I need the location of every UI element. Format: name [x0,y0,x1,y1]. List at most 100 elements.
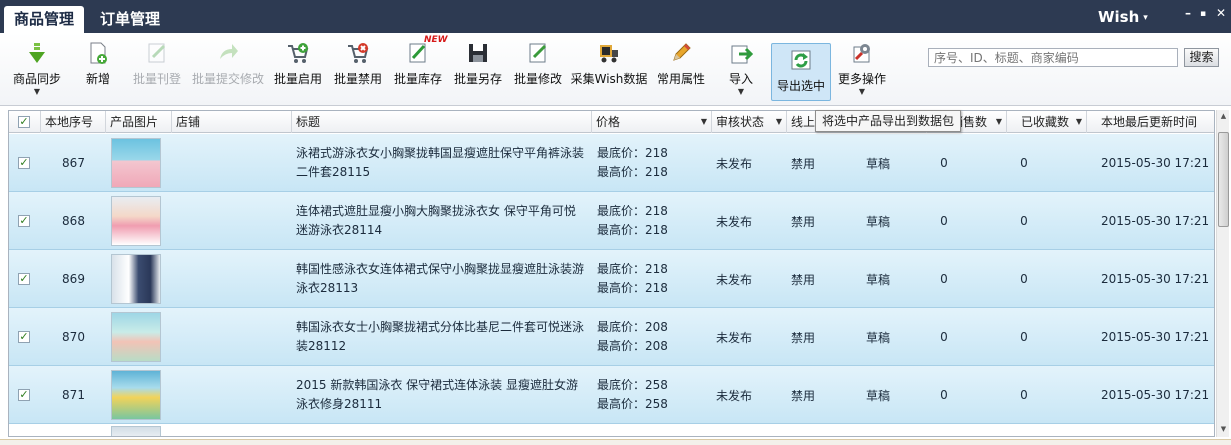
batch-saveas-button[interactable]: 批量另存 [452,41,504,101]
product-thumbnail[interactable] [111,254,161,304]
row-price-min: 最底价：218 [597,204,668,218]
table-row[interactable] [9,424,1214,436]
row-title-line1: 连体裙式遮肚显瘦小胸大胸聚拢泳衣女 保守平角可悦 [296,204,576,218]
export-selected-button[interactable]: 导出选中 [771,43,831,101]
export-refresh-icon [789,48,813,72]
row-title-line1: 韩国泳衣女士小胸聚拢裙式分体比基尼二件套可悦迷泳 [296,320,585,334]
row-checkbox[interactable]: ✓ [18,331,30,343]
forward-arrow-icon [216,41,240,65]
product-thumbnail[interactable] [111,426,161,436]
column-local-id[interactable]: 本地序号 [41,111,106,133]
account-menu[interactable]: Wish ▾ [1098,8,1148,26]
tab-product-management[interactable]: 商品管理 [4,6,85,33]
batch-disable-button[interactable]: 批量禁用 [332,41,384,101]
row-checkbox-cell[interactable]: ✓ [18,134,32,192]
column-updated[interactable]: 本地最后更新时间 [1087,111,1214,133]
batch-enable-button[interactable]: 批量启用 [272,41,324,101]
row-draft-status: 草稿 [865,388,890,403]
product-thumbnail[interactable] [111,370,161,420]
chevron-down-icon[interactable]: ▼ [776,111,782,133]
table-row[interactable]: ✓ 867 泳裙式游泳衣女小胸聚拢韩国显瘦遮肚保守平角裤泳装 二件套28115 最… [9,134,1214,192]
more-actions-button[interactable]: 更多操作 ▼ [836,41,888,101]
row-title[interactable]: 韩国性感泳衣女连体裙式保守小胸聚拢显瘦遮肚泳装游 泳衣28113 [296,250,592,308]
column-image[interactable]: 产品图片 [106,111,172,133]
row-draft-status: 草稿 [865,214,890,229]
cart-remove-icon [346,41,370,65]
scroll-up-icon[interactable]: ▲ [1217,110,1230,122]
row-title[interactable]: 连体裙式遮肚显瘦小胸大胸聚拢泳衣女 保守平角可悦 迷游泳衣28114 [296,192,592,250]
search-input[interactable] [928,48,1178,67]
chevron-down-icon[interactable]: ▼ [1076,111,1082,133]
product-thumbnail[interactable] [111,138,161,188]
row-sales: 0 [940,214,948,228]
row-checkbox[interactable]: ✓ [18,215,30,227]
row-checkbox[interactable]: ✓ [18,157,30,169]
row-price-min: 最底价：258 [597,378,668,392]
row-draft-status: 草稿 [865,330,890,345]
scroll-down-icon[interactable]: ▼ [1217,423,1230,435]
header-select-all[interactable]: ✓ [9,111,41,133]
row-review-status: 未发布 [716,330,753,345]
search-button[interactable]: 搜索 [1184,48,1219,67]
batch-stock-button[interactable]: NEW 批量库存 [392,35,448,101]
select-all-checkbox[interactable]: ✓ [18,116,30,128]
row-checkbox-cell[interactable]: ✓ [18,250,32,308]
chevron-down-icon[interactable]: ▼ [996,111,1002,133]
close-button[interactable]: ✕ [1216,6,1226,20]
row-sales: 0 [940,330,948,344]
column-shop[interactable]: 店铺 [172,111,292,133]
row-price: 最底价：258 最高价：258 [597,366,712,424]
title-bar: 商品管理 订单管理 Wish ▾ – ▪ ✕ [0,0,1231,33]
edit-document-icon [145,41,169,65]
column-favorites[interactable]: 已收藏数 ▼ [1007,111,1087,133]
batch-publish-button[interactable]: 批量刊登 [130,41,184,101]
table-row[interactable]: ✓ 868 连体裙式遮肚显瘦小胸大胸聚拢泳衣女 保守平角可悦 迷游泳衣28114 … [9,192,1214,250]
row-checkbox[interactable]: ✓ [18,389,30,401]
row-checkbox-cell[interactable]: ✓ [18,192,32,250]
export-selected-label: 导出选中 [776,79,825,93]
row-checkbox-cell[interactable]: ✓ [18,308,32,366]
row-updated: 2015-05-30 17:21 [1101,214,1210,228]
batch-edit-button[interactable]: 批量修改 [512,41,564,101]
column-title[interactable]: 标题 [292,111,592,133]
common-attr-button[interactable]: 常用属性 [655,41,707,101]
vertical-scrollbar[interactable]: ▲ ▼ [1216,110,1229,437]
row-price-max: 最高价：218 [597,281,668,295]
chevron-down-icon: ▼ [858,87,866,96]
row-updated: 2015-05-30 17:21 [1101,330,1210,344]
collect-wish-button[interactable]: 采集Wish数据 [570,41,648,101]
product-thumbnail[interactable] [111,312,161,362]
toolbar: 商品同步 ▼ 新增 批量刊登 批量提交修改 批量启用 批量禁用 NEW 批量库存… [0,33,1231,106]
add-button[interactable]: 新增 [80,41,116,101]
row-checkbox-cell[interactable]: ✓ [18,366,32,424]
product-thumbnail[interactable] [111,196,161,246]
row-title[interactable]: 韩国泳衣女士小胸聚拢裙式分体比基尼二件套可悦迷泳 装28112 [296,308,592,366]
row-title[interactable]: 泳裙式游泳衣女小胸聚拢韩国显瘦遮肚保守平角裤泳装 二件套28115 [296,134,592,192]
batch-submit-button[interactable]: 批量提交修改 [190,41,266,101]
collect-wish-label: 采集Wish数据 [570,72,648,86]
row-online-status: 禁用 [790,272,815,287]
row-checkbox[interactable]: ✓ [18,273,30,285]
row-draft-status: 草稿 [865,156,890,171]
column-price[interactable]: 价格 ▼ [592,111,712,133]
row-local-id: 869 [62,272,85,286]
tab-order-management[interactable]: 订单管理 [90,6,170,33]
row-title-line1: 韩国性感泳衣女连体裙式保守小胸聚拢显瘦遮肚泳装游 [296,262,585,276]
sync-label: 商品同步 [12,72,61,86]
import-button[interactable]: 导入 ▼ [722,41,760,101]
column-review-status[interactable]: 审核状态 ▼ [712,111,787,133]
chevron-down-icon: ▼ [33,87,41,96]
restore-button[interactable]: ▪ [1200,9,1206,19]
row-title-line2: 泳衣28113 [296,281,359,295]
table-row[interactable]: ✓ 871 2015 新款韩国泳衣 保守裙式连体泳装 显瘦遮肚女游 泳衣修身281… [9,366,1214,424]
row-title[interactable]: 2015 新款韩国泳衣 保守裙式连体泳装 显瘦遮肚女游 泳衣修身28111 [296,366,592,424]
more-actions-label: 更多操作 [837,72,886,86]
chevron-down-icon[interactable]: ▼ [701,111,707,133]
table-row[interactable]: ✓ 869 韩国性感泳衣女连体裙式保守小胸聚拢显瘦遮肚泳装游 泳衣28113 最底… [9,250,1214,308]
row-favorites: 0 [1020,330,1028,344]
table-row[interactable]: ✓ 870 韩国泳衣女士小胸聚拢裙式分体比基尼二件套可悦迷泳 装28112 最底价… [9,308,1214,366]
scrollbar-thumb[interactable] [1218,132,1229,227]
column-review-label: 审核状态 [716,115,765,129]
minimize-button[interactable]: – [1185,6,1191,20]
sync-button[interactable]: 商品同步 ▼ [10,41,64,101]
